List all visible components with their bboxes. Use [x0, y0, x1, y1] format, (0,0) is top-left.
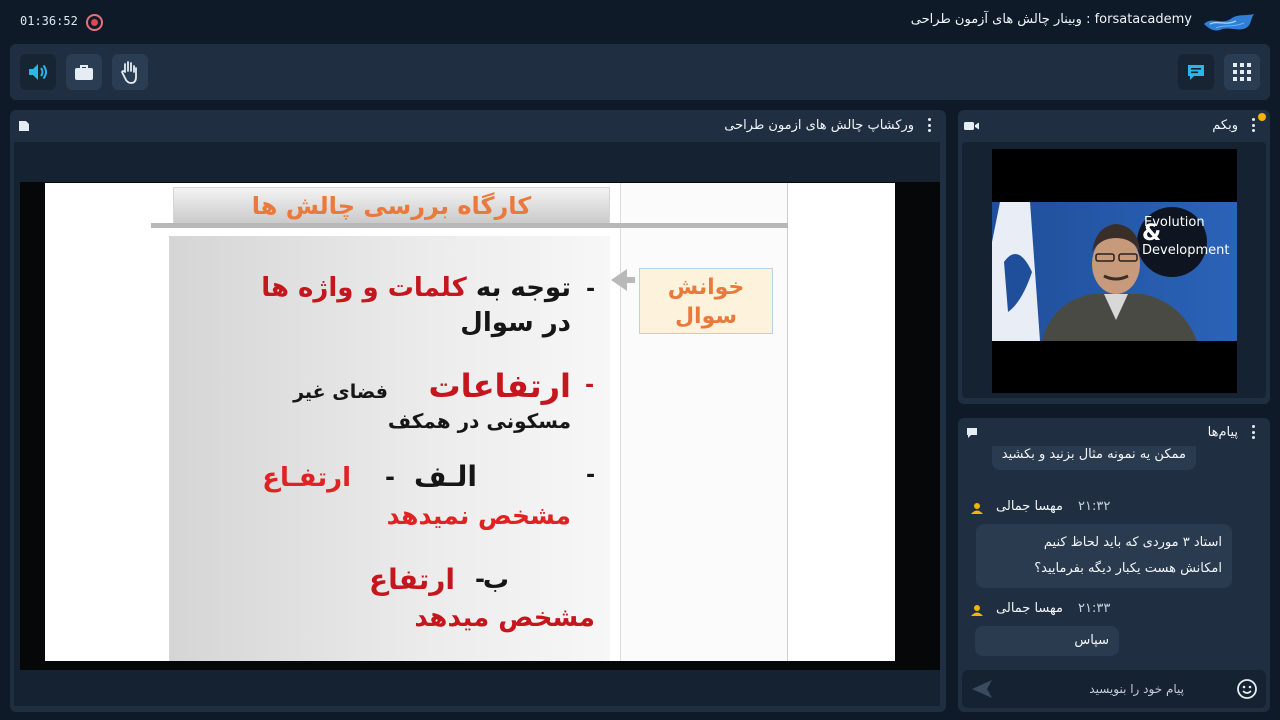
message-time: ۲۱:۳۲ [1078, 499, 1111, 514]
bullet-3-separator: - [385, 463, 395, 491]
chat-bubble: استاد ۳ موردی که باید لحاظ کنیم امکانش ه… [976, 524, 1232, 588]
presentation-menu-icon[interactable] [928, 118, 932, 132]
bullet-dash: - [586, 277, 596, 302]
side-label-1: خوانش [667, 275, 745, 300]
chat-bubble: ممکن یه نمونه مثال بزنید و بکشید [991, 446, 1196, 470]
record-icon[interactable] [86, 14, 103, 31]
bullet-3-label: الـف [413, 460, 477, 493]
slide-side-box: خوانش سوال [639, 268, 773, 334]
bullet-2-text-2: مسکونی در همکف [387, 409, 571, 433]
speaker-icon [29, 64, 47, 80]
user-icon [971, 605, 983, 616]
file-icon[interactable] [18, 120, 30, 132]
session-timer: 01:36:52 [20, 14, 78, 28]
slide-side-column [620, 183, 788, 661]
apps-grid-icon [1233, 63, 1251, 81]
session-title: forsatacademy : وبینار چالش های آزمون طر… [910, 12, 1192, 27]
chat-bubble: سپاس [975, 626, 1119, 656]
bullet-1-highlight: کلمات و واژه ها [261, 273, 467, 303]
apps-button[interactable] [1224, 54, 1260, 90]
presentation-title: ورکشاپ چالش های ازمون طراحی [724, 118, 914, 133]
slide-title: کارگاه بررسی چالش ها [251, 192, 532, 220]
slide-title-box: کارگاه بررسی چالش ها [173, 187, 610, 225]
forsat-logo-icon [1204, 14, 1254, 31]
user-icon [971, 503, 983, 514]
raise-hand-button[interactable] [112, 54, 148, 90]
bullet-4-line-2: مشخص میدهد [414, 603, 595, 633]
briefcase-icon [75, 65, 93, 80]
svg-text:&: & [1142, 221, 1161, 246]
webcam-video: Evolution Development & [992, 149, 1237, 393]
slide-divider [151, 223, 788, 228]
toolbar [10, 44, 1270, 100]
camera-icon[interactable] [964, 120, 980, 132]
send-icon[interactable] [972, 680, 992, 698]
bullet-3-highlight: ارتفـاع [262, 463, 351, 493]
presenter-video: Evolution Development & [992, 202, 1237, 341]
chat-title: پیام‌ها [1207, 425, 1238, 440]
message-time: ۲۱:۳۳ [1078, 601, 1111, 616]
chat-composer [962, 670, 1266, 708]
bullet-1-line-2: در سوال [460, 308, 571, 338]
bullet-1-prefix: توجه به [475, 273, 571, 303]
chat-input[interactable] [1000, 676, 1184, 702]
share-button[interactable] [66, 54, 102, 90]
arrow-shaft [625, 277, 635, 283]
chat-messages[interactable]: ممکن یه نمونه مثال بزنید و بکشید مهسا جم… [962, 446, 1266, 668]
webcam-title: وبکم [1212, 118, 1238, 133]
chat-icon [1188, 65, 1204, 80]
message-author: مهسا جمالی [996, 499, 1063, 514]
webcam-status-dot [1258, 113, 1266, 121]
chat-small-icon [967, 428, 977, 438]
message-line-2: امکانش هست یکبار دیگه بفرمایید؟ [1034, 561, 1222, 576]
message-author: مهسا جمالی [996, 601, 1063, 616]
bullet-dash: - [585, 373, 595, 398]
webcam-menu-icon[interactable] [1252, 118, 1256, 132]
bullet-3-line-2: مشخص نمیدهد [386, 501, 571, 530]
bullet-2-highlight: ارتفاعات [428, 367, 571, 405]
hand-icon [120, 61, 137, 84]
slide: کارگاه بررسی چالش ها خوانش سوال - توجه ب… [45, 183, 895, 661]
speaker-button[interactable] [20, 54, 56, 90]
chat-menu-icon[interactable] [1252, 425, 1256, 439]
bullet-4-separator: - [475, 565, 485, 593]
bullet-dash: - [586, 463, 596, 488]
bullet-1-line-1: توجه به کلمات و واژه ها [261, 273, 571, 303]
emoji-icon[interactable] [1236, 678, 1258, 700]
side-label-2: سوال [674, 304, 738, 329]
bullet-4-label: ب [482, 565, 509, 595]
bullet-4-highlight: ارتفاع [368, 563, 455, 596]
message-line-1: استاد ۳ موردی که باید لحاظ کنیم [1043, 535, 1222, 550]
chat-toggle-button[interactable] [1178, 54, 1214, 90]
bullet-2-text-1: فضای غیر [293, 381, 388, 403]
